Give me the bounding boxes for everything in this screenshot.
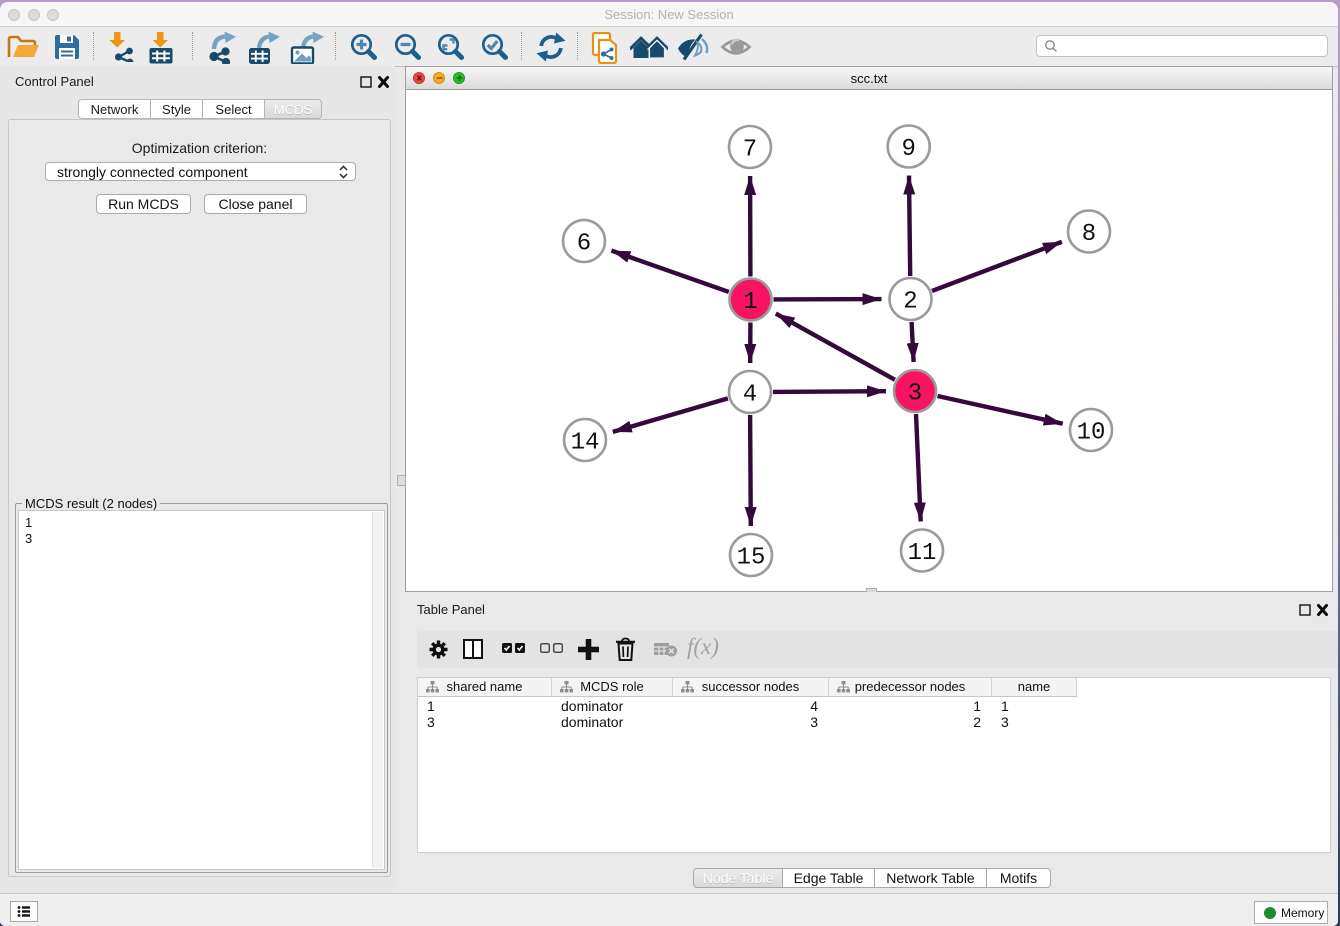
svg-text:15: 15 [737, 545, 766, 572]
svg-text:8: 8 [1082, 221, 1096, 248]
svg-text:2: 2 [903, 289, 917, 316]
svg-text:4: 4 [743, 382, 757, 409]
svg-text:14: 14 [571, 430, 600, 457]
svg-text:3: 3 [908, 381, 922, 408]
svg-text:7: 7 [743, 137, 757, 164]
svg-text:10: 10 [1077, 420, 1106, 447]
svg-text:9: 9 [901, 136, 915, 163]
svg-text:11: 11 [908, 540, 937, 567]
svg-text:1: 1 [743, 289, 757, 316]
svg-text:6: 6 [577, 231, 591, 258]
